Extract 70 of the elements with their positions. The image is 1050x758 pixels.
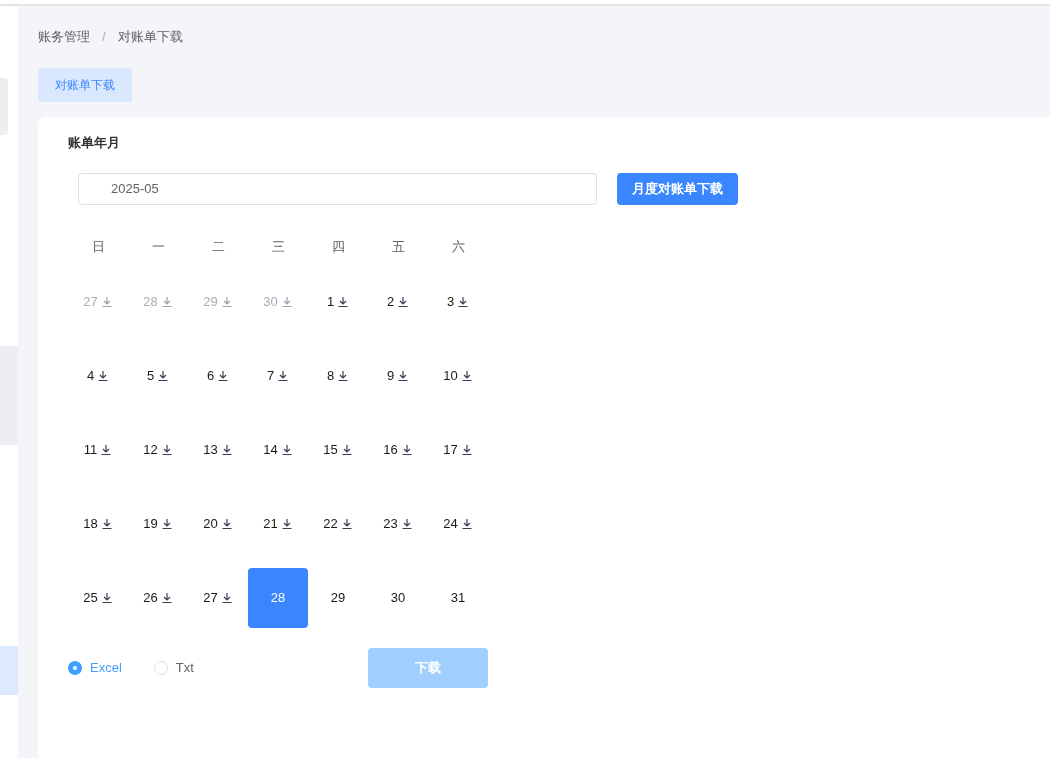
field-label: 账单年月 — [68, 134, 121, 152]
calendar-day[interactable]: 29 — [308, 567, 368, 628]
download-icon[interactable] — [100, 443, 113, 456]
download-icon[interactable] — [400, 517, 413, 530]
calendar-day[interactable]: 5 — [128, 345, 188, 406]
download-icon[interactable] — [277, 369, 290, 382]
download-icon[interactable] — [97, 369, 110, 382]
weekday-label: 四 — [331, 237, 345, 256]
calendar-day[interactable]: 11 — [68, 419, 128, 480]
calendar-day[interactable]: 16 — [368, 419, 428, 480]
calendar-day[interactable]: 14 — [248, 419, 308, 480]
calendar-day[interactable]: 24 — [428, 493, 488, 554]
calendar-day[interactable]: 19 — [128, 493, 188, 554]
calendar-day[interactable]: 9 — [368, 345, 428, 406]
calendar-day[interactable]: 18 — [68, 493, 128, 554]
calendar-day[interactable]: 6 — [188, 345, 248, 406]
calendar-day[interactable]: 20 — [188, 493, 248, 554]
calendar-day[interactable]: 7 — [248, 345, 308, 406]
calendar-day[interactable]: 1 — [308, 271, 368, 332]
calendar-day[interactable]: 2 — [368, 271, 428, 332]
weekday-label: 二 — [211, 237, 225, 256]
download-icon[interactable] — [217, 369, 230, 382]
weekday-label: 日 — [91, 237, 105, 256]
download-icon[interactable] — [460, 517, 473, 530]
download-icon[interactable] — [340, 517, 353, 530]
download-icon[interactable] — [337, 295, 350, 308]
calendar-day[interactable]: 25 — [68, 567, 128, 628]
calendar-day[interactable]: 12 — [128, 419, 188, 480]
download-icon[interactable] — [280, 517, 293, 530]
weekday-label: 六 — [451, 237, 465, 256]
calendar-day[interactable]: 15 — [308, 419, 368, 480]
download-icon[interactable] — [460, 369, 473, 382]
download-icon[interactable] — [397, 295, 410, 308]
download-icon[interactable] — [340, 443, 353, 456]
calendar-day[interactable]: 13 — [188, 419, 248, 480]
calendar-day[interactable]: 30 — [368, 567, 428, 628]
weekday-label: 三 — [271, 237, 285, 256]
breadcrumb-separator: / — [101, 28, 107, 47]
download-icon[interactable] — [220, 517, 233, 530]
download-icon[interactable] — [160, 517, 173, 530]
month-field[interactable]: 2025-05 — [78, 172, 597, 205]
download-icon[interactable] — [160, 443, 173, 456]
download-icon[interactable] — [400, 443, 413, 456]
download-icon[interactable] — [457, 295, 470, 308]
calendar-day[interactable]: 4 — [68, 345, 128, 406]
download-icon[interactable] — [157, 369, 170, 382]
download-icon[interactable] — [460, 443, 473, 456]
calendar-day[interactable]: 31 — [428, 567, 488, 628]
download-icon[interactable] — [280, 443, 293, 456]
calendar-day[interactable]: 23 — [368, 493, 428, 554]
weekday-label: 一 — [151, 237, 165, 256]
calendar-day[interactable]: 21 — [248, 493, 308, 554]
download-icon[interactable] — [100, 591, 113, 604]
download-icon[interactable] — [397, 369, 410, 382]
format-radio[interactable]: Txt — [153, 657, 194, 678]
calendar-day[interactable]: 3 — [428, 271, 488, 332]
breadcrumb-item[interactable]: 账务管理 — [38, 27, 90, 47]
download-icon[interactable] — [220, 443, 233, 456]
calendar-day[interactable]: 27 — [188, 567, 248, 628]
download-icon[interactable] — [100, 517, 113, 530]
download-icon[interactable] — [220, 591, 233, 604]
calendar-day[interactable]: 8 — [308, 345, 368, 406]
weekday-label: 五 — [391, 237, 405, 256]
calendar-day[interactable]: 26 — [128, 567, 188, 628]
calendar-day[interactable]: 22 — [308, 493, 368, 554]
calendar-day[interactable]: 17 — [428, 419, 488, 480]
calendar-day[interactable]: 10 — [428, 345, 488, 406]
download-icon[interactable] — [337, 369, 350, 382]
breadcrumb-item: 对账单下载 — [117, 28, 183, 47]
download-icon[interactable] — [160, 591, 173, 604]
